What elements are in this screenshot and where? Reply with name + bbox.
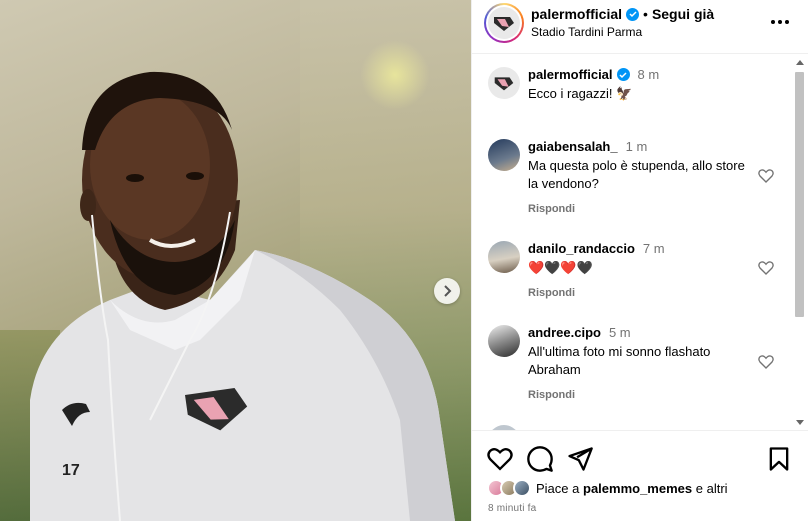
commenter-avatar[interactable] [488,241,520,273]
comment-username[interactable]: gaiabensalah_ [528,139,618,154]
author-username[interactable]: palermofficial [531,6,622,22]
caption-time: 8 m [637,67,660,82]
scroll-up-icon[interactable] [796,60,804,65]
likes-prefix: Piace a [536,480,580,496]
post-actions: Piace a palemmo_memes e altri 8 minuti f… [472,430,808,521]
more-icon [771,20,775,24]
post-sidebar: palermofficial • Segui già Stadio Tardin… [471,0,808,521]
comment-icon[interactable] [526,445,554,473]
comment-text: ❤️🖤❤️🖤 [528,260,593,275]
bookmark-icon[interactable] [765,445,793,473]
post-location[interactable]: Stadio Tardini Parma [531,25,642,39]
player-figure: 17 [30,71,455,521]
comment-time: 5 m [608,325,631,340]
comment-username[interactable]: danilo_randaccio [528,241,635,256]
next-arrow-icon [444,285,452,297]
reply-button[interactable]: Rispondi [528,287,575,299]
likes-summary: Piace a palemmo_memes e altri [487,479,728,497]
caption-header: palermofficial 8 m [528,67,659,82]
comment-header: gaiabensalah_ 1 m [528,139,647,154]
heart-icon[interactable] [757,167,775,185]
next-photo-button[interactable] [434,278,460,304]
verified-icon [626,7,640,21]
jersey-number: 17 [62,462,80,479]
comment-text: All'ultima foto mi sonno flashato Abraha… [528,344,711,377]
profile-avatar[interactable] [484,3,524,43]
scroll-thumb[interactable] [795,72,804,317]
heart-icon[interactable] [757,259,775,277]
separator-dot: • [643,6,648,22]
comment-time: 7 m [642,241,665,256]
caption-avatar[interactable] [488,67,520,99]
commenter-avatar[interactable] [488,139,520,171]
commenter-avatar[interactable] [488,325,520,357]
comment-header: andree.cipo 5 m [528,325,631,340]
more-options-button[interactable] [768,12,792,32]
comments-list[interactable]: palermofficial 8 m Ecco i ragazzi! 🦅 gai… [472,55,808,430]
caption-text: Ecco i ragazzi! 🦅 [528,86,633,101]
comment-username[interactable]: andree.cipo [528,325,601,340]
palermo-logo-icon [494,17,514,31]
liker-avatar[interactable] [513,479,531,497]
comment-header: danilo_randaccio 7 m [528,241,665,256]
post-header: palermofficial • Segui già Stadio Tardin… [472,0,808,54]
comment-text: Ma questa polo è stupenda, allo store la… [528,158,745,191]
heart-icon[interactable] [486,445,514,473]
likes-suffix[interactable]: e altri [696,481,728,496]
reply-button[interactable]: Rispondi [528,203,575,215]
follow-button[interactable]: Segui già [652,6,714,22]
post-author: palermofficial • Segui già [531,6,714,22]
post-timestamp[interactable]: 8 minuti fa [488,503,536,514]
caption-username[interactable]: palermofficial [528,67,613,82]
likes-user[interactable]: palemmo_memes [583,481,692,496]
verified-icon [616,68,630,81]
heart-icon[interactable] [757,353,775,371]
reply-button[interactable]: Rispondi [528,389,575,401]
palermo-logo-icon [494,77,514,91]
comment-time: 1 m [625,139,648,154]
comments-scrollbar[interactable] [795,60,805,425]
post-photo[interactable]: 17 [0,0,471,521]
scroll-down-icon[interactable] [796,420,804,425]
share-icon[interactable] [566,445,594,473]
